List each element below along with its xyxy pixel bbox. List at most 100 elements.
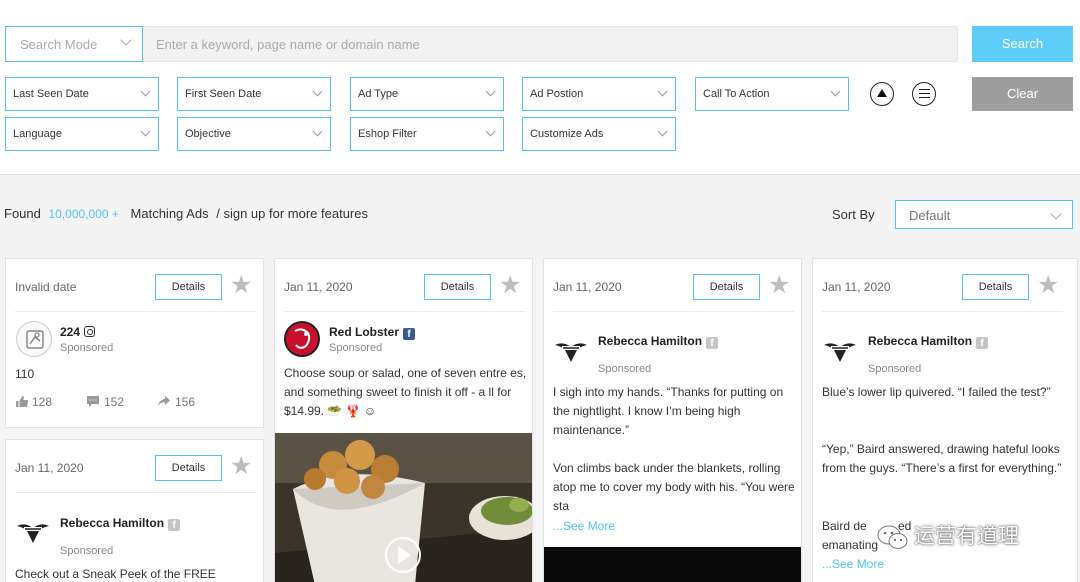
- ad-date: Invalid date: [15, 280, 77, 294]
- search-placeholder: Enter a keyword, page name or domain nam…: [156, 37, 420, 52]
- likes-count: 128: [32, 395, 53, 409]
- dropdown-label: Ad Type: [358, 88, 399, 100]
- objective-select[interactable]: Objective: [177, 117, 331, 151]
- list-view-button[interactable]: [912, 82, 936, 106]
- chevron-down-icon: [140, 86, 151, 97]
- divider: [15, 311, 256, 312]
- ad-text: 110: [15, 367, 35, 381]
- matching-ads-label: Matching Ads: [130, 206, 209, 221]
- details-button[interactable]: Details: [424, 274, 491, 300]
- list-icon: [919, 89, 930, 99]
- lobster-logo-icon: [294, 328, 311, 349]
- ad-date: Jan 11, 2020: [553, 280, 622, 294]
- see-more-link[interactable]: ...See More: [553, 517, 615, 536]
- star-icon[interactable]: ★: [768, 273, 790, 298]
- sort-by-select[interactable]: Default: [895, 200, 1073, 229]
- watermark-text: 运营有道理: [914, 525, 1019, 548]
- search-input[interactable]: Enter a keyword, page name or domain nam…: [143, 26, 958, 62]
- search-mode-label: Search Mode: [20, 37, 98, 52]
- star-icon[interactable]: ★: [230, 273, 252, 298]
- advertiser-name[interactable]: Rebecca Hamilton f: [868, 334, 989, 349]
- search-button[interactable]: Search: [972, 26, 1073, 62]
- language-select[interactable]: Language: [5, 117, 159, 151]
- customize-ads-select[interactable]: Customize Ads: [522, 117, 676, 151]
- details-button[interactable]: Details: [693, 274, 760, 300]
- see-more-link[interactable]: ...See More: [822, 555, 884, 574]
- advertiser-name-text: Red Lobster: [329, 325, 400, 339]
- chevron-down-icon: [485, 126, 496, 137]
- sort-by-label: Sort By: [832, 207, 875, 222]
- dropdown-label: First Seen Date: [185, 88, 262, 100]
- first-seen-date-select[interactable]: First Seen Date: [177, 77, 331, 111]
- clear-button[interactable]: Clear: [972, 77, 1073, 111]
- facebook-icon: f: [976, 337, 989, 349]
- sponsored-label: Sponsored: [60, 342, 114, 354]
- more-features-text: for more features: [269, 206, 368, 221]
- advertiser-name[interactable]: Rebecca Hamilton f: [598, 334, 719, 349]
- advertiser-name-text: Rebecca Hamilton: [60, 516, 165, 530]
- ad-card[interactable]: Jan 11, 2020 Details ★ Rebecca Hamilton f…: [5, 439, 264, 582]
- facebook-icon: f: [168, 519, 181, 531]
- ad-text: Von climbs back under the blankets, roll…: [553, 461, 795, 513]
- ad-video-thumbnail[interactable]: [275, 433, 532, 582]
- eshop-filter-select[interactable]: Eshop Filter: [350, 117, 504, 151]
- sponsored-label: Sponsored: [598, 363, 652, 375]
- divider: [822, 311, 1063, 312]
- sign-up-link[interactable]: sign up: [223, 206, 265, 221]
- details-button[interactable]: Details: [155, 274, 222, 300]
- avatar: [822, 331, 858, 367]
- star-icon[interactable]: ★: [230, 454, 252, 479]
- ad-text: Baird de: [822, 519, 867, 533]
- comments-stat: 152: [86, 395, 124, 409]
- dropdown-label: Ad Postion: [530, 88, 584, 100]
- ad-card[interactable]: Invalid date Details ★ 224 Sponsored 110…: [5, 258, 264, 428]
- ad-text: “Yep,” Baird answered, drawing hateful l…: [822, 442, 1062, 475]
- ad-card[interactable]: Jan 11, 2020 Details ★ Rebecca Hamilton f…: [543, 258, 802, 582]
- sort-ascending-button[interactable]: [870, 82, 894, 106]
- thumbs-up-icon: [16, 396, 29, 407]
- dropdown-label: Objective: [185, 128, 231, 140]
- last-seen-date-select[interactable]: Last Seen Date: [5, 77, 159, 111]
- avatar: [16, 321, 52, 357]
- details-button[interactable]: Details: [155, 455, 222, 481]
- sponsored-label: Sponsored: [329, 342, 383, 354]
- advertiser-name[interactable]: 224: [60, 325, 96, 339]
- star-icon[interactable]: ★: [499, 273, 521, 298]
- ad-text: I sigh into my hands. “Thanks for puttin…: [553, 385, 784, 437]
- star-icon[interactable]: ★: [1037, 273, 1059, 298]
- chevron-down-icon: [657, 126, 668, 137]
- ad-card[interactable]: Jan 11, 2020 Details ★ Red Lobster f Spon…: [274, 258, 533, 582]
- avatar: [553, 331, 589, 367]
- dropdown-label: Language: [13, 128, 62, 140]
- chevron-down-icon: [657, 86, 668, 97]
- sponsored-label: Sponsored: [868, 363, 922, 375]
- ad-position-select[interactable]: Ad Postion: [522, 77, 676, 111]
- advertiser-name-text: Rebecca Hamilton: [598, 334, 703, 348]
- separator: /: [216, 206, 220, 221]
- divider: [15, 492, 256, 493]
- chevron-down-icon: [312, 126, 323, 137]
- found-label: Found: [4, 206, 41, 221]
- ad-type-select[interactable]: Ad Type: [350, 77, 504, 111]
- avatar: [284, 321, 320, 357]
- chevron-down-icon: [312, 86, 323, 97]
- dropdown-label: Call To Action: [703, 88, 770, 100]
- bird-logo-icon: [824, 343, 856, 362]
- facebook-icon: f: [706, 337, 719, 349]
- chevron-down-icon: [120, 34, 132, 46]
- divider: [284, 311, 525, 312]
- ad-date: Jan 11, 2020: [284, 280, 353, 294]
- search-mode-select[interactable]: Search Mode: [5, 26, 143, 62]
- shares-count: 156: [175, 395, 196, 409]
- filter-panel: Search Mode Enter a keyword, page name o…: [0, 0, 1080, 175]
- results-summary: Found 10,000,000 + Matching Ads / sign u…: [4, 206, 368, 221]
- call-to-action-select[interactable]: Call To Action: [695, 77, 849, 111]
- ad-text: Choose soup or salad, one of seven entre…: [284, 366, 527, 418]
- likes-stat: 128: [15, 395, 52, 409]
- sort-value: Default: [909, 208, 951, 223]
- details-button[interactable]: Details: [962, 274, 1029, 300]
- advertiser-name[interactable]: Rebecca Hamilton f: [60, 516, 181, 531]
- advertiser-name[interactable]: Red Lobster f: [329, 325, 416, 340]
- dropdown-label: Last Seen Date: [13, 88, 89, 100]
- facebook-icon: f: [403, 328, 416, 340]
